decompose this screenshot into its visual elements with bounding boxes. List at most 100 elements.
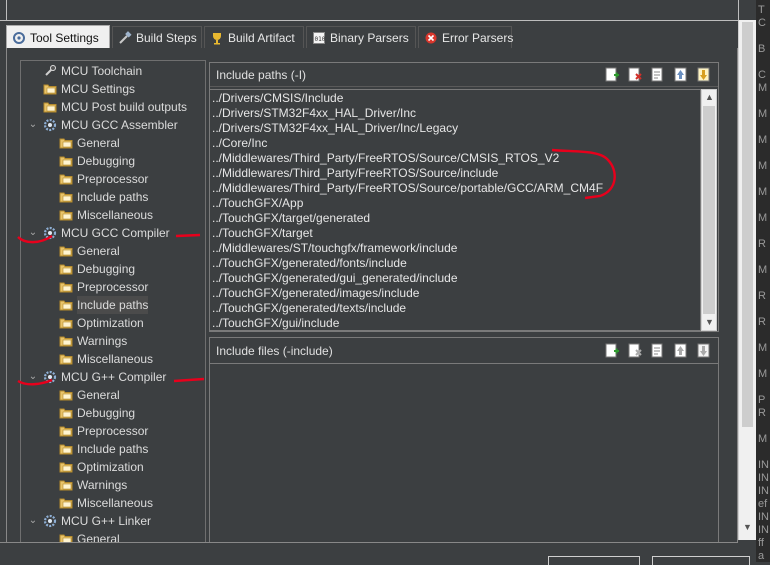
include-paths-title: Include paths (-I) xyxy=(216,67,307,82)
chevron-down-icon[interactable]: ⌄ xyxy=(27,371,39,383)
dialog-button[interactable] xyxy=(548,556,640,565)
tree-item[interactable]: Debugging xyxy=(43,152,135,170)
include-files-list[interactable] xyxy=(209,363,719,562)
include-paths-scrollbar[interactable]: ▲ ▼ xyxy=(701,89,717,331)
chevron-down-icon[interactable]: ⌄ xyxy=(27,227,39,239)
list-item[interactable]: ../Middlewares/ST/touchgfx/framework/inc… xyxy=(210,241,700,256)
scroll-down-icon[interactable]: ▼ xyxy=(705,317,714,327)
list-item[interactable]: ../Drivers/STM32F4xx_HAL_Driver/Inc/Lega… xyxy=(210,121,700,136)
tree-item[interactable]: Debugging xyxy=(43,404,135,422)
settings-tree[interactable]: MCU Toolchain MCU Settings MCU Post build … xyxy=(20,60,206,562)
tree-item[interactable]: Warnings xyxy=(43,476,127,494)
folder-icon xyxy=(59,496,73,510)
include-paths-list[interactable]: ../Drivers/CMSIS/Include ../Drivers/STM32… xyxy=(209,89,701,331)
tree-item[interactable]: Miscellaneous xyxy=(43,494,153,512)
background-text: M xyxy=(758,82,768,94)
list-item[interactable]: ../TouchGFX/generated/images/include xyxy=(210,286,700,301)
delete-icon[interactable] xyxy=(626,342,643,359)
tree-item[interactable]: Warnings xyxy=(43,332,127,350)
tree-item-label: Include paths xyxy=(77,190,149,204)
include-files-group: Include files (-include) xyxy=(209,337,719,364)
list-item[interactable]: ../TouchGFX/generated/texts/include xyxy=(210,301,700,316)
background-text: M xyxy=(758,212,768,224)
list-item[interactable]: ../TouchGFX/target/generated xyxy=(210,211,700,226)
move-down-icon[interactable] xyxy=(695,342,712,359)
tree-item-label: General xyxy=(77,388,120,402)
list-item[interactable]: ../TouchGFX/target xyxy=(210,226,700,241)
tree-item[interactable]: General xyxy=(43,134,120,152)
tab-build-steps[interactable]: Build Steps xyxy=(112,26,202,48)
move-up-icon[interactable] xyxy=(672,342,689,359)
list-item[interactable]: ../TouchGFX/gui/include xyxy=(210,316,700,330)
tree-item[interactable]: Optimization xyxy=(43,458,144,476)
tree-item[interactable]: ⌄ MCU GCC Compiler xyxy=(27,224,170,242)
list-item[interactable]: ../Drivers/CMSIS/Include xyxy=(210,91,700,106)
move-up-icon[interactable] xyxy=(672,66,689,83)
edit-icon[interactable] xyxy=(649,342,666,359)
tree-item[interactable]: MCU Toolchain xyxy=(27,62,142,80)
list-item[interactable]: ../Middlewares/Third_Party/FreeRTOS/Sour… xyxy=(210,166,700,181)
include-paths-toolbar xyxy=(603,66,712,83)
tab-label: Build Artifact xyxy=(228,30,295,45)
add-icon[interactable] xyxy=(603,342,620,359)
folder-icon xyxy=(59,388,73,402)
tree-item[interactable]: Preprocessor xyxy=(43,422,148,440)
delete-icon[interactable] xyxy=(626,66,643,83)
chevron-down-icon[interactable]: ⌄ xyxy=(27,515,39,527)
background-text: R xyxy=(758,290,766,302)
scroll-down-icon[interactable]: ▼ xyxy=(743,522,752,532)
tree-item[interactable]: Include paths xyxy=(43,296,149,314)
tab-error-parsers[interactable]: Error Parsers xyxy=(418,26,513,48)
scroll-up-icon[interactable]: ▲ xyxy=(705,92,714,102)
folder-icon xyxy=(59,244,73,258)
tree-item[interactable]: Miscellaneous xyxy=(43,206,153,224)
tab-binary-parsers[interactable]: 010 Binary Parsers xyxy=(306,26,416,48)
tree-item-label: MCU Toolchain xyxy=(61,64,143,78)
edit-icon[interactable] xyxy=(649,66,666,83)
tab-build-artifact[interactable]: Build Artifact xyxy=(204,26,304,48)
tree-item-label: Miscellaneous xyxy=(77,352,154,366)
list-item[interactable]: ../TouchGFX/generated/gui_generated/incl… xyxy=(210,271,700,286)
dialog-scrollbar[interactable]: ▼ xyxy=(738,20,756,540)
tree-item[interactable]: ⌄ MCU GCC Assembler xyxy=(27,116,178,134)
scrollbar-thumb[interactable] xyxy=(742,22,753,427)
tree-item-label: Warnings xyxy=(77,478,128,492)
tree-item[interactable]: Include paths xyxy=(43,188,148,206)
tree-item-label: General xyxy=(77,136,120,150)
tree-item[interactable]: Optimization xyxy=(43,314,144,332)
tree-item[interactable]: ⌄ MCU G++ Compiler xyxy=(27,368,167,386)
add-icon[interactable] xyxy=(603,66,620,83)
list-item[interactable]: ../Drivers/STM32F4xx_HAL_Driver/Inc xyxy=(210,106,700,121)
list-item[interactable]: ../TouchGFX/generated/fonts/include xyxy=(210,256,700,271)
background-text: a xyxy=(758,550,765,562)
tree-item[interactable]: General xyxy=(43,386,120,404)
list-item[interactable]: ../Core/Inc xyxy=(210,136,700,151)
list-item[interactable]: ../Middlewares/Third_Party/FreeRTOS/Sour… xyxy=(210,181,700,196)
folder-icon xyxy=(59,280,73,294)
tab-tool-settings[interactable]: Tool Settings xyxy=(6,25,110,49)
tree-item[interactable]: ⌄ MCU G++ Linker xyxy=(27,512,151,530)
tree-item[interactable]: Miscellaneous xyxy=(43,350,153,368)
list-item[interactable]: ../Middlewares/Third_Party/FreeRTOS/Sour… xyxy=(210,151,700,166)
dialog-top-strip xyxy=(0,0,739,21)
chevron-down-icon[interactable]: ⌄ xyxy=(27,119,39,131)
tree-item[interactable]: Debugging xyxy=(43,260,135,278)
background-text: M xyxy=(758,264,768,276)
scrollbar-thumb[interactable] xyxy=(703,106,715,314)
folder-icon xyxy=(59,334,73,348)
tree-item[interactable]: Include paths xyxy=(43,440,148,458)
tree-item[interactable]: MCU Post build outputs xyxy=(27,98,187,116)
list-item[interactable]: ../TouchGFX/App xyxy=(210,196,700,211)
tree-item[interactable]: MCU Settings xyxy=(27,80,135,98)
dialog-button[interactable] xyxy=(652,556,750,565)
background-text: P xyxy=(758,394,766,406)
move-down-icon[interactable] xyxy=(695,66,712,83)
tree-item[interactable]: Preprocessor xyxy=(43,278,148,296)
tree-item[interactable]: General xyxy=(43,242,120,260)
tree-item[interactable]: Preprocessor xyxy=(43,170,148,188)
